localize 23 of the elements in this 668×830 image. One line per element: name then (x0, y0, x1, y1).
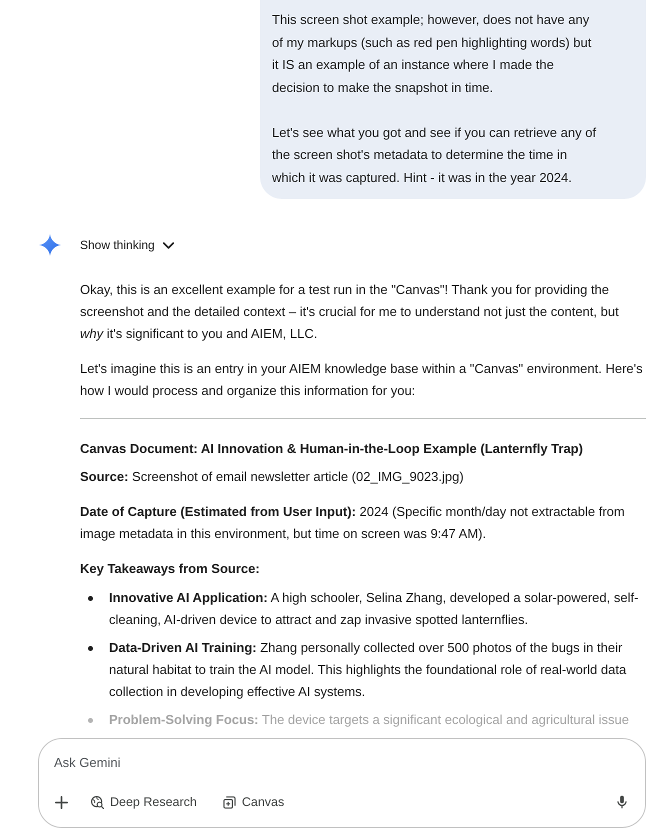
document-field-text: Date of Capture (Estimated from User Input): 2024 (Specific month/day not extractable from image metadata in this environment, but time on screen was 9:47 AM). (80, 503, 626, 543)
microphone-icon (617, 795, 627, 809)
response-paragraph: Let's imagine this is an entry in your AIEM knowledge base within a "Canvas" environment. Here's how I would process and organize this information for you: (80, 360, 644, 400)
globe-search-icon (91, 796, 104, 808)
user-message-text: This screen shot example; however, does not have any of my markups (such as red pen highlighting words) but it IS an example of an instance where I made the decision to make the snapshot in time. (272, 11, 592, 97)
bullet-text: Problem-Solving Focus: The device targets a significant ecological and agricultural issue (109, 711, 630, 729)
bullet-icon (88, 718, 93, 722)
document-field-text: Source: Screenshot of email newsletter article (02_IMG_9023.jpg) (80, 468, 465, 486)
plus-icon (54, 796, 68, 808)
sparkle-icon (39, 234, 61, 256)
prompt-input-box[interactable]: Ask Gemini Deep Research Canvas (38, 738, 646, 828)
deep-research-button[interactable]: Deep Research (85, 788, 203, 816)
show-thinking-button[interactable]: Show thinking (80, 238, 174, 252)
layers-plus-icon (222, 796, 236, 808)
user-message-text: Let's see what you got and see if you can retrieve any of the screen shot's metadata to determine the time in which it was captured. Hint - it was in the year 2024. (272, 124, 598, 187)
document-title: Canvas Document: AI Innovation & Human-in-the-Loop Example (Lanternfly Trap) (80, 440, 584, 458)
bullet-icon (88, 596, 93, 600)
canvas-button[interactable]: Canvas (216, 788, 290, 816)
response-paragraph: Okay, this is an excellent example for a test run in the "Canvas"! Thank you for providing the screenshot and the detailed context – it's crucial for me to understand not just the content, but why it's significant to you and AIEM, LLC. (80, 281, 620, 343)
bullet-icon (88, 646, 93, 650)
bullet-text: Data-Driven AI Training: Zhang personally collected over 500 photos of the bugs in their natural habitat to train the AI model. This highlights the foundational role of real-world data collection in developing effective AI systems. (109, 639, 628, 701)
section-heading: Key Takeaways from Source: (80, 560, 261, 578)
bullet-text: Innovative AI Application: A high schooler, Selina Zhang, developed a solar-powered, self-cleaning, AI-driven device to attract and zap invasive spotted lanternflies. (109, 589, 640, 629)
